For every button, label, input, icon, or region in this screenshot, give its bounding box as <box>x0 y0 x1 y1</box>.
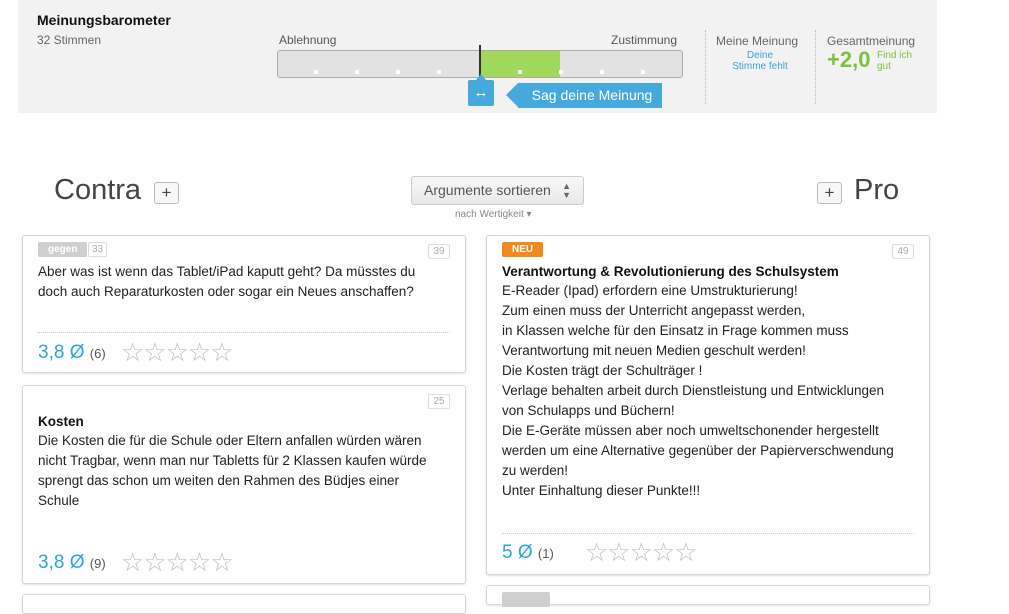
opinion-barometer: Meinungsbarometer 32 Stimmen Ablehnung Z… <box>18 0 937 113</box>
average-symbol: Ø <box>69 342 85 363</box>
tag-new: NEU <box>502 242 544 257</box>
average-symbol: Ø <box>517 542 533 563</box>
argument-text: Aber was ist wenn das Tablet/iPad kaputt… <box>38 264 416 299</box>
argument-number: 49 <box>892 244 914 259</box>
rating-display: 3,8 Ø (6) <box>38 342 106 364</box>
scale-tick <box>355 70 359 74</box>
barometer-title: Meinungsbarometer <box>37 12 171 28</box>
scale-tick <box>314 70 318 74</box>
scale-label-rejection: Ablehnung <box>279 33 337 47</box>
rating-display: 5 Ø (1) <box>502 542 554 564</box>
argument-title: Kosten <box>38 414 84 429</box>
add-pro-button[interactable]: + <box>817 182 842 204</box>
vote-count: 32 Stimmen <box>37 33 102 47</box>
rating-display: 3,8 Ø (9) <box>38 552 106 574</box>
argument-card[interactable]: gegen 33 39 Aber was ist wenn das Tablet… <box>22 235 466 373</box>
argument-text: Die Kosten die für die Schule oder Elter… <box>38 433 427 508</box>
rating-count: (6) <box>89 346 106 361</box>
scale-tick <box>600 70 604 74</box>
scale-label-approval: Zustimmung <box>611 33 678 47</box>
my-opinion-label: Meine Meinung <box>716 34 799 48</box>
sort-criterion[interactable]: nach Wertigkeit ▾ <box>455 209 532 220</box>
rating-average: 3,8 <box>38 552 65 573</box>
argument-number: 25 <box>428 394 450 409</box>
tag-count: 33 <box>88 242 108 257</box>
argument-text: E-Reader (Ipad) erfordern eine Umstruktu… <box>502 283 894 498</box>
star-rating-input[interactable]: ☆☆☆☆☆ <box>121 337 234 368</box>
rating-average: 5 <box>502 542 513 563</box>
scale-tick <box>559 70 563 74</box>
contra-heading: Contra <box>54 174 142 206</box>
rating-count: (9) <box>89 556 106 571</box>
rating-count: (1) <box>537 546 554 561</box>
my-opinion-value[interactable]: Deine Stimme fehlt <box>730 50 790 72</box>
argument-card[interactable] <box>22 594 466 614</box>
star-rating-input[interactable]: ☆☆☆☆☆ <box>585 537 698 568</box>
scale-tick <box>518 70 522 74</box>
total-opinion-label: Gesamtmeinung <box>827 34 916 48</box>
say-your-opinion-button[interactable]: Sag deine Meinung <box>506 83 662 108</box>
sort-arrows-icon: ▲ ▼ <box>562 181 571 200</box>
argument-card[interactable] <box>486 585 930 607</box>
pro-heading: Pro <box>854 174 900 206</box>
card-separator <box>38 332 450 333</box>
star-rating-input[interactable]: ☆☆☆☆☆ <box>121 547 234 578</box>
divider <box>705 30 706 104</box>
argument-card[interactable]: NEU 49 Verantwortung & Revolutionierung … <box>486 235 930 575</box>
average-symbol: Ø <box>69 552 85 573</box>
rating-average: 3,8 <box>38 342 65 363</box>
scale-tick <box>437 70 441 74</box>
argument-title: Verantwortung & Revolutionierung des Sch… <box>502 264 839 279</box>
add-contra-button[interactable]: + <box>154 182 179 204</box>
tag-placeholder <box>502 592 550 607</box>
divider <box>815 30 816 104</box>
total-opinion-value: +2,0 <box>827 47 871 72</box>
scale-tick <box>641 70 645 74</box>
tag-gegen: gegen <box>38 242 88 257</box>
total-opinion-text: Find ich gut <box>877 50 913 72</box>
scale-tick <box>396 70 400 74</box>
slider-handle-icon[interactable]: ↔ <box>468 74 494 106</box>
argument-number: 39 <box>428 244 450 259</box>
sort-button-label: Argumente sortieren <box>424 182 551 198</box>
argument-card[interactable]: 25 Kosten Die Kosten die für die Schule … <box>22 385 466 584</box>
sort-arguments-button[interactable]: Argumente sortieren ▲ ▼ <box>411 176 584 205</box>
card-separator <box>502 533 914 534</box>
